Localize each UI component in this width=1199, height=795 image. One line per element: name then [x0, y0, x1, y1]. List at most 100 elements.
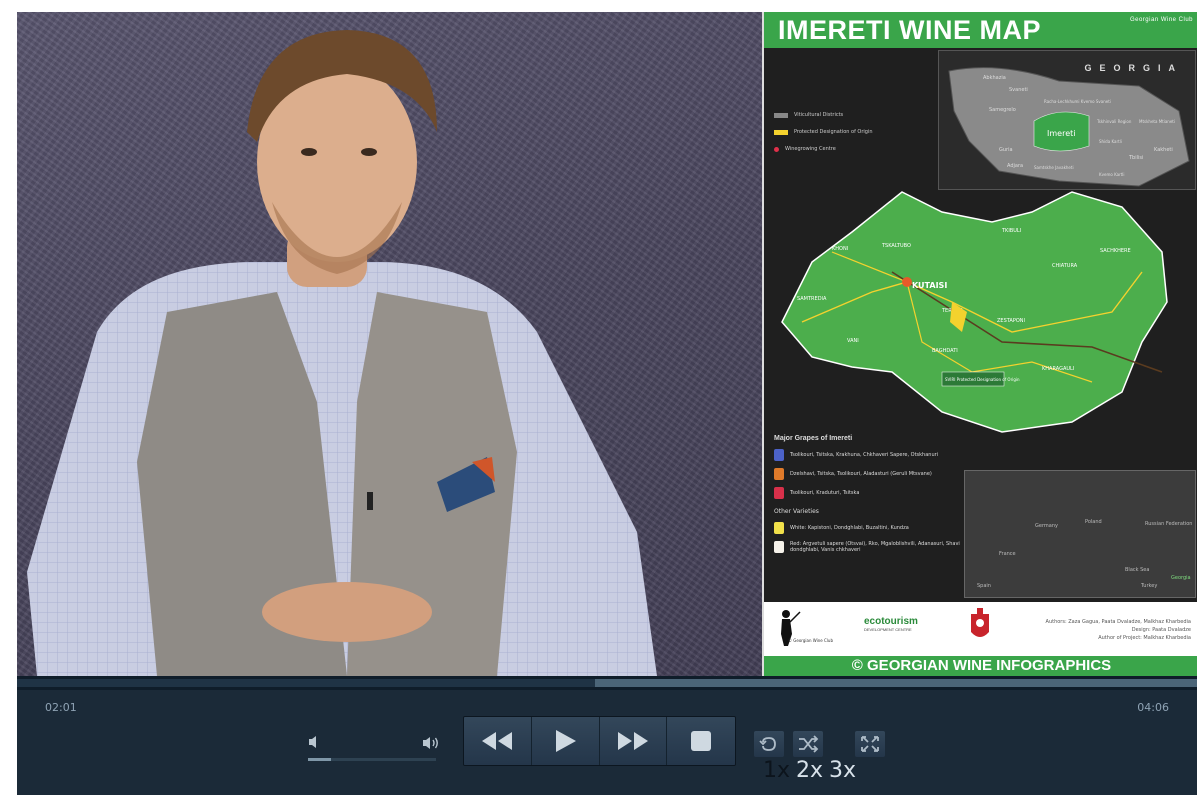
- grape-icon: [774, 522, 784, 534]
- map-footer-title: © GEORGIAN WINE INFOGRAPHICS: [764, 656, 1197, 676]
- speed-3x[interactable]: 3x: [829, 758, 856, 783]
- play-button[interactable]: [531, 717, 600, 765]
- speaker-high-icon[interactable]: [421, 735, 441, 751]
- map-place-label: KHONI: [832, 246, 848, 252]
- grape-item: Tsolikouri, Tsitska, Krakhuna, Chkhaveri…: [790, 452, 939, 458]
- europe-label: Germany: [1035, 523, 1058, 529]
- map-place-label: CHIATURA: [1052, 263, 1078, 269]
- georgia-label: GEORGIA: [1084, 63, 1183, 73]
- grape-icon: [774, 449, 784, 461]
- europe-inset-map: Germany Poland France Spain Black Sea Tu…: [964, 470, 1196, 598]
- grape-item: Tsolikouri, Kraduturi, Tsitska: [790, 490, 860, 496]
- inset-place-label: Samtskhe Javakheti: [1034, 165, 1074, 170]
- grapes-title: Major Grapes of Imereti: [774, 435, 853, 442]
- imereti-region-map: KUTAISI TSKALTUBO KHONI TKIBULI SACHKHER…: [781, 191, 1168, 433]
- map-place-label: VANI: [847, 338, 859, 344]
- transport-controls: [463, 716, 736, 766]
- author-line: Design: Paata Dvaladze: [1131, 627, 1191, 633]
- legend-item: Viticultural Districts: [794, 112, 844, 118]
- map-place-label: KHARAGAULI: [1042, 366, 1074, 372]
- grape-icon: [774, 468, 784, 480]
- inset-place-label: Tskhinvali Region: [1096, 119, 1132, 124]
- europe-label: Black Sea: [1125, 567, 1150, 573]
- europe-label: France: [999, 551, 1016, 557]
- shuffle-button[interactable]: [793, 731, 823, 757]
- map-place-label: BAGHDATI: [932, 348, 958, 354]
- map-copyright: © Georgian Wine Club: [788, 638, 833, 643]
- wine-map-poster: IMERETI WINE MAP Georgian Wine Club Viti…: [762, 12, 1197, 676]
- inset-place-label: Guria: [999, 147, 1013, 153]
- legend-item: Protected Designation of Origin: [794, 129, 873, 135]
- author-line: Author of Project: Malkhaz Kharbedia: [1098, 635, 1191, 641]
- map-title-text: IMERETI WINE MAP: [778, 15, 1041, 45]
- volume-slider[interactable]: [308, 758, 436, 761]
- grape-item: Red: Argvetuli sapere (Otsvai), Rko, Mga…: [790, 541, 960, 553]
- seek-bar[interactable]: [17, 676, 1197, 690]
- sponsor-logo: ecotourism DEVELOPMENT CENTRE: [864, 616, 918, 632]
- map-place-label: TKIBULI: [1001, 228, 1021, 234]
- map-title: IMERETI WINE MAP Georgian Wine Club: [764, 12, 1197, 48]
- inset-place-label: Adjara: [1007, 163, 1023, 169]
- stop-icon: [691, 731, 712, 751]
- video-frame[interactable]: IMERETI WINE MAP Georgian Wine Club Viti…: [17, 12, 1197, 676]
- map-footer: © Georgian Wine Club ecotourism DEVELOPM…: [764, 602, 1197, 676]
- map-authors: Authors: Zaza Gagua, Paata Dvaladze, Mal…: [1046, 618, 1191, 642]
- coat-of-arms-icon: [971, 608, 989, 637]
- legend-swatch: [774, 130, 788, 135]
- europe-label: Poland: [1085, 519, 1102, 525]
- fast-forward-button[interactable]: [599, 717, 668, 765]
- inset-place-label: Abkhazia: [983, 75, 1006, 81]
- map-place-label: KUTAISI: [912, 281, 947, 290]
- fullscreen-button[interactable]: [855, 731, 885, 757]
- map-place-label: ZESTAPONI: [997, 318, 1025, 324]
- inset-place-label: Kakheti: [1154, 147, 1173, 153]
- speed-1x[interactable]: 1x: [763, 758, 790, 783]
- map-place-label: TSKALTUBO: [881, 243, 911, 249]
- grape-item: Dzelshavi, Tsitska, Tsolikouri, Aladastu…: [790, 471, 932, 477]
- inset-place-label: Racha-Lechkhumi Kvemo Svaneti: [1044, 99, 1111, 104]
- grape-icon: [774, 541, 784, 553]
- video-player: IMERETI WINE MAP Georgian Wine Club Viti…: [17, 12, 1197, 795]
- legend-swatch: [774, 113, 788, 118]
- map-club-label: Georgian Wine Club: [1129, 17, 1193, 23]
- inset-place-label: Shida Kartli: [1099, 139, 1122, 144]
- volume-slider-fill: [308, 758, 331, 761]
- seek-bar-remaining: [595, 679, 1197, 687]
- sponsor-name: ecotourism: [864, 616, 918, 627]
- inset-place-label: Tbilisi: [1128, 155, 1143, 161]
- inset-place-label: Svaneti: [1009, 87, 1028, 93]
- speed-2x[interactable]: 2x: [796, 758, 823, 783]
- total-time: 04:06: [1137, 701, 1169, 714]
- grape-icon: [774, 487, 784, 499]
- speaker-low-icon[interactable]: [307, 735, 321, 749]
- inset-place-label: Mtskheta Mtianeti: [1139, 119, 1175, 124]
- rewind-icon: [482, 732, 513, 750]
- grape-item: White: Kapistoni, Dondghlabi, Buzaltini,…: [790, 525, 909, 531]
- legend-item: Winegrowing Centre: [785, 146, 836, 152]
- rewind-button[interactable]: [464, 717, 532, 765]
- current-time: 02:01: [45, 701, 77, 714]
- presenter-figure: [27, 30, 657, 676]
- europe-label: Spain: [977, 583, 991, 589]
- repeat-button[interactable]: [754, 731, 784, 757]
- inset-place-label: Samegrelo: [989, 107, 1016, 113]
- europe-label: Turkey: [1141, 583, 1158, 589]
- grapes-legend: Major Grapes of Imereti Tsolikouri, Tsit…: [774, 435, 964, 560]
- pdo-label: SVIRI Protected Designation of Origin: [945, 377, 1020, 382]
- repeat-icon: [759, 737, 776, 751]
- fullscreen-icon: [861, 736, 879, 752]
- fast-forward-icon: [617, 732, 648, 750]
- stop-button[interactable]: [667, 717, 735, 765]
- play-icon: [556, 730, 577, 752]
- other-varieties-title: Other Varieties: [774, 508, 819, 515]
- shuffle-icon: [799, 735, 819, 753]
- map-place-label: SACHKHERE: [1100, 248, 1131, 254]
- author-line: Authors: Zaza Gagua, Paata Dvaladze, Mal…: [1045, 619, 1191, 625]
- georgia-inset-map: GEORGIA Imereti Abkhazia Svaneti Samegre…: [938, 50, 1196, 190]
- europe-label: Russian Federation: [1145, 521, 1193, 527]
- map-legend: Viticultural Districts Protected Designa…: [774, 112, 934, 163]
- seek-bar-played: [17, 679, 595, 687]
- legend-swatch: [774, 147, 779, 152]
- sponsor-subtitle: DEVELOPMENT CENTRE: [864, 627, 912, 632]
- inset-region-label: Imereti: [1047, 129, 1075, 138]
